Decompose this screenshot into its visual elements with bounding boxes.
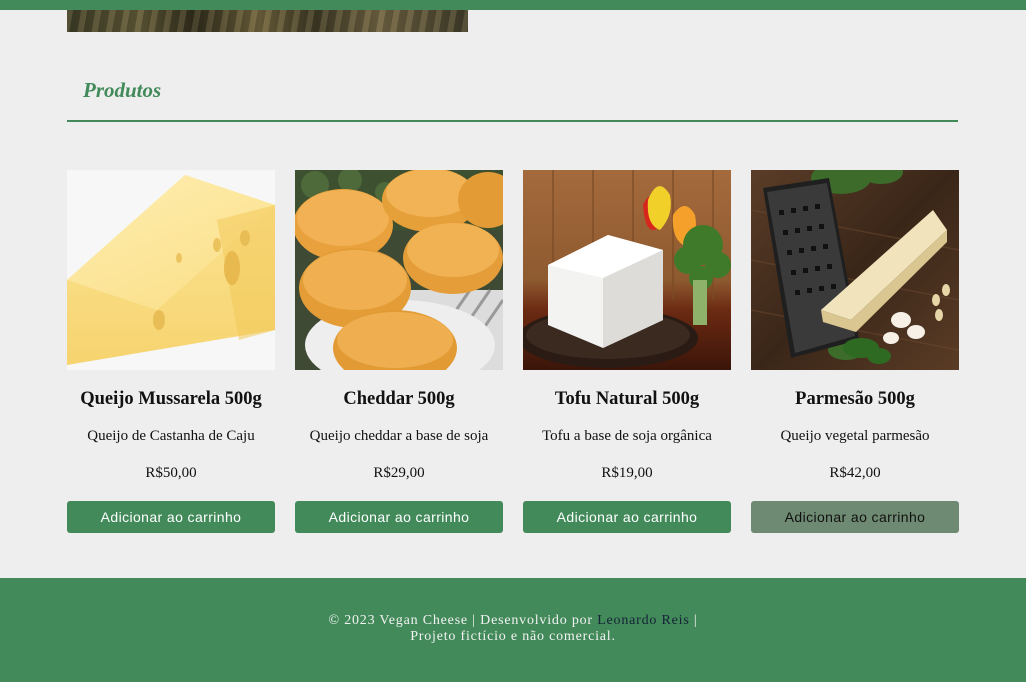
footer: © 2023 Vegan Cheese | Desenvolvido por L… <box>0 578 1026 682</box>
product-image-mozzarella <box>67 170 275 370</box>
product-name: Cheddar 500g <box>343 389 455 409</box>
product-description: Queijo vegetal parmesão <box>780 428 930 444</box>
footer-note: Projeto fictício e não comercial. <box>410 629 616 644</box>
author-link[interactable]: Leonardo Reis <box>597 613 689 628</box>
product-card: Cheddar 500g Queijo cheddar a base de so… <box>295 170 503 533</box>
header-bar <box>0 0 1026 10</box>
footer-credits: © 2023 Vegan Cheese | Desenvolvido por L… <box>0 613 1026 629</box>
tofu-block-icon <box>523 170 731 368</box>
footer-separator: | <box>689 613 698 628</box>
product-card: Tofu Natural 500g Tofu a base de soja or… <box>523 170 731 533</box>
add-to-cart-button[interactable]: Adicionar ao carrinho <box>295 501 503 533</box>
footer-copyright: © 2023 Vegan Cheese | Desenvolvido por <box>328 613 598 628</box>
product-name: Queijo Mussarela 500g <box>80 389 262 409</box>
product-grid: Queijo Mussarela 500g Queijo de Castanha… <box>67 170 959 533</box>
cheddar-wheels-icon <box>295 170 503 370</box>
product-price: R$50,00 <box>145 465 197 481</box>
product-description: Queijo cheddar a base de soja <box>309 428 489 444</box>
product-name: Parmesão 500g <box>795 389 915 409</box>
product-image-tofu <box>523 170 731 370</box>
product-price: R$29,00 <box>373 465 425 481</box>
mozzarella-wedge-icon <box>67 175 275 365</box>
add-to-cart-button[interactable]: Adicionar ao carrinho <box>523 501 731 533</box>
product-card: Parmesão 500g Queijo vegetal parmesão R$… <box>751 170 959 533</box>
product-image-parmesan <box>751 170 959 370</box>
product-price: R$42,00 <box>829 465 881 481</box>
product-image-cheddar <box>295 170 503 370</box>
product-price: R$19,00 <box>601 465 653 481</box>
hero-image <box>67 10 468 32</box>
product-name: Tofu Natural 500g <box>554 389 700 409</box>
parmesan-grater-icon <box>751 170 959 364</box>
product-card: Queijo Mussarela 500g Queijo de Castanha… <box>67 170 275 533</box>
product-description: Tofu a base de soja orgânica <box>542 428 712 444</box>
add-to-cart-button[interactable]: Adicionar ao carrinho <box>751 501 959 533</box>
product-description: Queijo de Castanha de Caju <box>87 428 255 444</box>
add-to-cart-button[interactable]: Adicionar ao carrinho <box>67 501 275 533</box>
section-header: Produtos <box>67 70 958 122</box>
section-title: Produtos <box>83 78 162 102</box>
